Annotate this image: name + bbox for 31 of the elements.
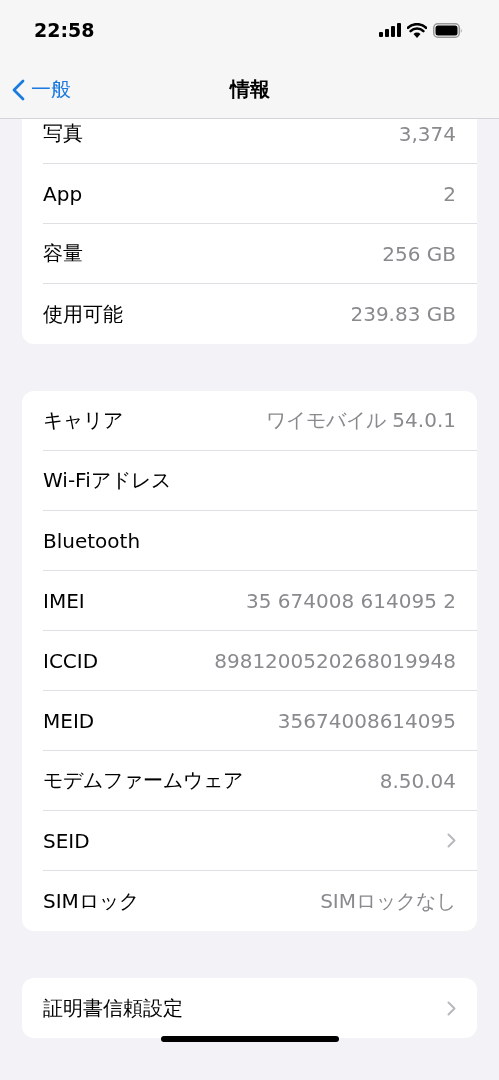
row-value: 239.83 GB	[350, 302, 456, 326]
page-title: 情報	[229, 75, 270, 103]
row-label: SIMロック	[43, 887, 139, 915]
row-value: 3,374	[398, 121, 456, 146]
row-label: App	[43, 181, 83, 206]
chevron-left-icon	[12, 78, 25, 101]
row-label: 使用可能	[43, 300, 123, 328]
row-value: 2	[443, 181, 456, 206]
row-value: 256 GB	[382, 241, 456, 266]
row-label: ICCID	[43, 648, 99, 673]
wifi-icon	[407, 22, 427, 38]
row-value: 8.50.04	[379, 768, 456, 793]
battery-icon	[433, 22, 463, 38]
row-label: MEID	[43, 708, 95, 733]
row-label: キャリア	[43, 407, 123, 434]
row-value: 8981200520268019948	[214, 648, 456, 673]
row-label[interactable]: SEID	[43, 828, 90, 853]
back-button[interactable]: 一般	[10, 74, 73, 105]
row-label: 写真	[43, 120, 83, 147]
row-label: 容量	[43, 240, 83, 267]
row-label: Bluetooth	[43, 528, 141, 553]
status-time: 22:58	[34, 19, 95, 41]
row-value: 35 674008 614095 2	[246, 588, 456, 613]
row-label: Wi-Fiアドレス	[43, 467, 171, 494]
row-value: SIMロックなし	[320, 887, 456, 915]
row-value: 35674008614095	[277, 708, 456, 733]
row-label: IMEI	[43, 588, 85, 613]
row-value: ワイモバイル 54.0.1	[266, 407, 456, 434]
row-label[interactable]: 証明書信頼設定	[43, 994, 183, 1022]
row-label: モデムファームウェア	[43, 767, 243, 794]
signal-icon	[379, 23, 401, 37]
